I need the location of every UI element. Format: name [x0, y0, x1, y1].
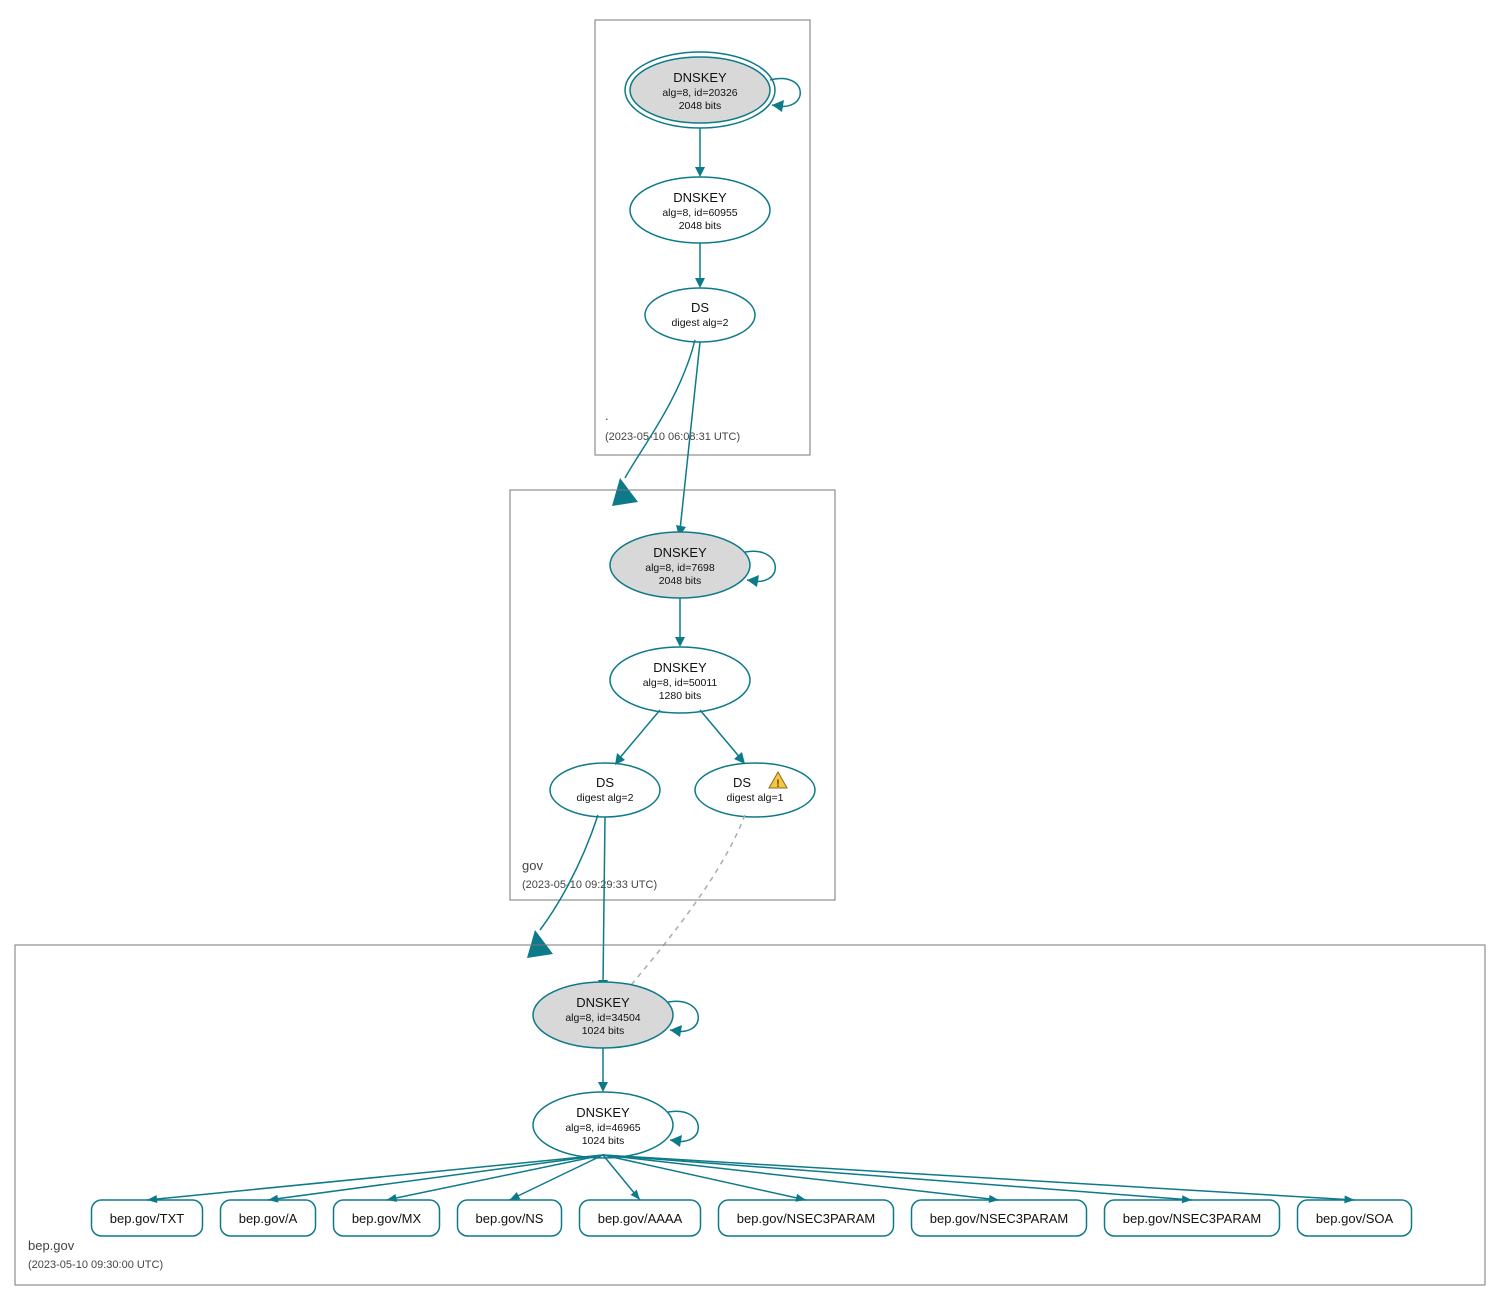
svg-text:1024 bits: 1024 bits: [582, 1025, 625, 1037]
svg-text:alg=8, id=46965: alg=8, id=46965: [565, 1122, 640, 1134]
svg-text:digest alg=2: digest alg=2: [577, 792, 634, 804]
svg-text:alg=8, id=7698: alg=8, id=7698: [645, 562, 715, 574]
rrset-box[interactable]: bep.gov/AAAA: [580, 1200, 701, 1236]
rrset-box[interactable]: bep.gov/TXT: [92, 1200, 203, 1236]
node-gov-ds1[interactable]: DS digest alg=1 !: [695, 763, 815, 817]
rrset-box[interactable]: bep.gov/A: [221, 1200, 316, 1236]
edge-govzsk-ds2: [618, 710, 660, 760]
svg-text:alg=8, id=20326: alg=8, id=20326: [662, 87, 737, 99]
zone-bep: bep.gov (2023-05-10 09:30:00 UTC) DNSKEY…: [15, 945, 1485, 1285]
rrset-label: bep.gov/SOA: [1316, 1211, 1394, 1226]
svg-text:DS: DS: [733, 775, 751, 790]
svg-text:digest alg=1: digest alg=1: [727, 792, 784, 804]
rrset-label: bep.gov/NSEC3PARAM: [930, 1211, 1069, 1226]
svg-text:alg=8, id=50011: alg=8, id=50011: [643, 677, 718, 689]
delegation-arrow-root-to-gov: [612, 478, 638, 506]
node-bep-ksk[interactable]: DNSKEY alg=8, id=34504 1024 bits: [533, 982, 673, 1048]
rrset-row: bep.gov/TXT bep.gov/A bep.gov/MX bep.gov/NS…: [92, 1200, 1412, 1236]
node-bep-zsk[interactable]: DNSKEY alg=8, id=46965 1024 bits: [533, 1092, 673, 1158]
svg-text:digest alg=2: digest alg=2: [672, 317, 729, 329]
zone-gov: gov (2023-05-10 09:29:33 UTC) DNSKEY alg…: [510, 490, 835, 900]
svg-text:alg=8, id=60955: alg=8, id=60955: [662, 207, 737, 219]
dnssec-graph: . (2023-05-10 06:08:31 UTC) DNSKEY alg=8…: [0, 0, 1503, 1299]
svg-text:1280 bits: 1280 bits: [659, 690, 702, 702]
svg-text:2048 bits: 2048 bits: [679, 220, 722, 232]
edge-govzsk-ds1: [700, 710, 742, 760]
edge-ds1-bepksk: [627, 815, 745, 990]
rrset-label: bep.gov/NSEC3PARAM: [1123, 1211, 1262, 1226]
rrset-box[interactable]: bep.gov/NSEC3PARAM: [912, 1200, 1087, 1236]
rrset-label: bep.gov/MX: [352, 1211, 422, 1226]
node-gov-ksk[interactable]: DNSKEY alg=8, id=7698 2048 bits: [610, 532, 750, 598]
svg-text:DS: DS: [691, 300, 709, 315]
edge-ds2-bepksk: [603, 817, 605, 985]
zone-gov-timestamp: (2023-05-10 09:29:33 UTC): [522, 879, 657, 891]
rrset-label: bep.gov/AAAA: [598, 1211, 683, 1226]
rrset-box[interactable]: bep.gov/NSEC3PARAM: [719, 1200, 894, 1236]
node-root-zsk[interactable]: DNSKEY alg=8, id=60955 2048 bits: [630, 177, 770, 243]
svg-text:DS: DS: [596, 775, 614, 790]
node-root-ds[interactable]: DS digest alg=2: [645, 288, 755, 342]
svg-text:DNSKEY: DNSKEY: [653, 660, 707, 675]
svg-text:DNSKEY: DNSKEY: [673, 70, 727, 85]
node-root-ksk[interactable]: DNSKEY alg=8, id=20326 2048 bits: [625, 52, 775, 128]
rrset-label: bep.gov/NS: [476, 1211, 544, 1226]
rrset-box[interactable]: bep.gov/NS: [458, 1200, 562, 1236]
rrset-box[interactable]: bep.gov/NSEC3PARAM: [1105, 1200, 1280, 1236]
zone-gov-label: gov: [522, 858, 543, 873]
zone-bep-label: bep.gov: [28, 1238, 75, 1253]
zone-bep-timestamp: (2023-05-10 09:30:00 UTC): [28, 1259, 163, 1271]
node-gov-zsk[interactable]: DNSKEY alg=8, id=50011 1280 bits: [610, 647, 750, 713]
rrset-label: bep.gov/A: [239, 1211, 298, 1226]
delegation-arrow-gov-to-bep: [527, 930, 553, 958]
svg-text:DNSKEY: DNSKEY: [673, 190, 727, 205]
svg-text:!: !: [776, 778, 780, 790]
svg-text:2048 bits: 2048 bits: [679, 100, 722, 112]
zone-root: . (2023-05-10 06:08:31 UTC) DNSKEY alg=8…: [595, 20, 810, 455]
rrset-label: bep.gov/TXT: [110, 1211, 184, 1226]
rrset-label: bep.gov/NSEC3PARAM: [737, 1211, 876, 1226]
rrset-box[interactable]: bep.gov/MX: [334, 1200, 440, 1236]
zone-root-label: .: [605, 408, 609, 423]
svg-text:DNSKEY: DNSKEY: [576, 995, 630, 1010]
svg-text:2048 bits: 2048 bits: [659, 575, 702, 587]
svg-text:DNSKEY: DNSKEY: [653, 545, 707, 560]
node-gov-ds2[interactable]: DS digest alg=2: [550, 763, 660, 817]
svg-text:alg=8, id=34504: alg=8, id=34504: [565, 1012, 640, 1024]
svg-text:DNSKEY: DNSKEY: [576, 1105, 630, 1120]
zone-root-timestamp: (2023-05-10 06:08:31 UTC): [605, 431, 740, 443]
svg-text:1024 bits: 1024 bits: [582, 1135, 625, 1147]
rrset-box[interactable]: bep.gov/SOA: [1298, 1200, 1412, 1236]
